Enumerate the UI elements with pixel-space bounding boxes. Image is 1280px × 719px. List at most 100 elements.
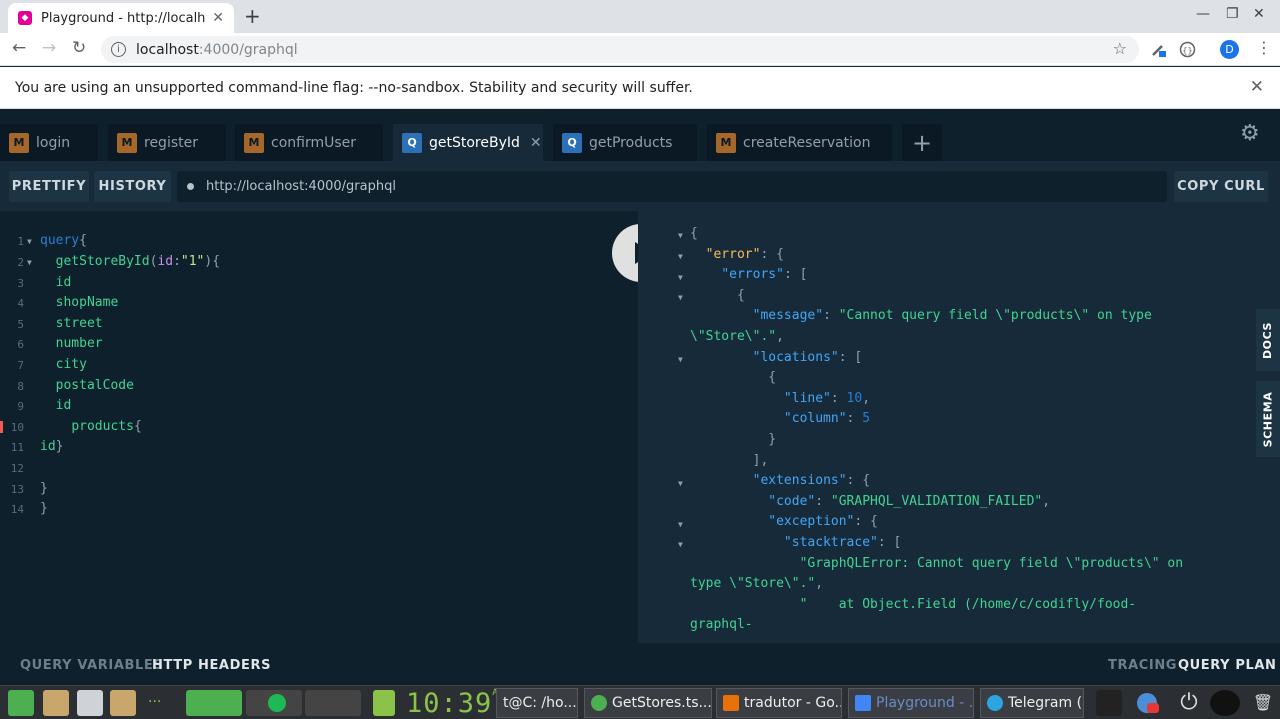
json-line: "locations": [ [752, 350, 863, 365]
reload-icon[interactable]: ↻ [72, 38, 86, 58]
network-signal-icon[interactable] [1096, 690, 1122, 716]
power-icon[interactable]: ⏻ [1176, 690, 1202, 716]
app-launcher-icon[interactable] [8, 690, 34, 716]
browser-menu-icon[interactable]: ⋮ [1256, 38, 1272, 57]
line-number: 10 [10, 421, 24, 434]
battery-icon [373, 690, 395, 716]
code-line: query{ [40, 233, 87, 248]
add-tab-button[interactable]: + [902, 124, 942, 161]
new-tab-button[interactable]: + [244, 4, 261, 28]
endpoint-url-input[interactable]: http://localhost:4000/graphql [177, 171, 1167, 202]
fold-arrow-icon[interactable]: ▼ [27, 258, 32, 267]
close-tab-icon[interactable]: ✕ [212, 10, 224, 26]
forward-icon[interactable]: → [42, 38, 56, 58]
address-bar[interactable]: i localhost :4000/graphql ☆ [101, 36, 1139, 63]
taskbar-window-telegram[interactable]: Telegram (8 [980, 688, 1084, 718]
extension-tools-icon[interactable] [1150, 41, 1167, 58]
fold-arrow-icon[interactable]: ▼ [678, 520, 683, 529]
close-tab-icon[interactable]: ✕ [530, 135, 542, 151]
file-manager-icon[interactable] [77, 690, 103, 716]
code-line: city [55, 357, 87, 372]
taskbar-window-tradutor[interactable]: tradutor - Go... [716, 688, 842, 718]
playground-tab-bar: M login M register M confirmUser Q getSt… [0, 109, 1280, 161]
line-number: 4 [17, 297, 24, 310]
json-line: ], [752, 453, 769, 468]
tab-confirmuser[interactable]: M confirmUser [235, 124, 383, 161]
package-icon[interactable] [110, 690, 136, 716]
line-number: 8 [17, 380, 24, 393]
json-line: "stacktrace": [ [783, 535, 902, 550]
tracing-tab[interactable]: TRACING [1108, 658, 1177, 673]
json-line: "error": { [705, 247, 784, 262]
back-icon[interactable]: ← [12, 38, 26, 58]
fold-arrow-icon[interactable]: ▼ [27, 237, 32, 246]
fold-arrow-icon[interactable]: ▼ [678, 293, 683, 302]
query-variables-tab[interactable]: QUERY VARIABLES [20, 658, 163, 673]
window-label: Telegram (8 [1008, 695, 1084, 711]
code-line: shopName [55, 295, 119, 310]
query-editor[interactable]: 1 2 3 4 5 6 7 8 9 10 11 12 13 14 ▼ ▼ query{ getStoreB… [0, 211, 638, 643]
line-number: 6 [17, 338, 24, 351]
endpoint-url-text: http://localhost:4000/graphql [206, 179, 396, 194]
app-icon [591, 695, 607, 711]
extension-circle-icon[interactable]: {} [1179, 41, 1196, 58]
line-number: 3 [17, 277, 24, 290]
fold-arrow-icon[interactable]: ▼ [678, 273, 683, 282]
bookmark-star-icon[interactable]: ☆ [1113, 39, 1127, 58]
workspace-2-icon[interactable] [246, 690, 302, 716]
browser-tab-title: Playground - http://localhost [41, 10, 206, 26]
taskbar-window-terminal[interactable]: t@C: /ho... [496, 688, 578, 718]
notification-icon[interactable] [1134, 690, 1160, 716]
copy-curl-button[interactable]: COPY CURL [1174, 171, 1268, 202]
tab-label: register [144, 134, 198, 151]
line-number: 1 [17, 235, 24, 248]
media-player-icon[interactable] [1210, 690, 1240, 716]
trash-icon[interactable]: 🗑 [1250, 690, 1276, 716]
os-taskbar: ··· 10:39AM t@C: /ho... GetStores.ts... … [0, 685, 1280, 719]
error-line-marker [0, 421, 3, 433]
tab-getstorebyid[interactable]: Q getStoreById ✕ [393, 124, 543, 161]
site-info-icon[interactable]: i [111, 42, 126, 57]
docs-side-tab[interactable]: DOCS [1256, 309, 1280, 371]
fold-arrow-icon[interactable]: ▼ [678, 355, 683, 364]
fold-arrow-icon[interactable]: ▼ [678, 231, 683, 240]
line-number: 9 [17, 400, 24, 413]
minimize-icon[interactable]: — [1196, 6, 1210, 22]
package-icon[interactable] [43, 690, 69, 716]
prettify-button[interactable]: PRETTIFY [9, 171, 89, 202]
editor-toolbar: PRETTIFY HISTORY http://localhost:4000/g… [0, 161, 1280, 211]
connection-status-dot [187, 183, 194, 190]
schema-label: SCHEMA [1261, 391, 1275, 447]
mutation-badge: M [244, 132, 264, 153]
more-apps-icon[interactable]: ··· [148, 694, 161, 710]
settings-gear-icon[interactable]: ⚙ [1240, 121, 1260, 146]
taskbar-window-playground[interactable]: Playground - ... [848, 688, 974, 718]
close-window-icon[interactable]: ✕ [1253, 6, 1265, 22]
browser-toolbar: ← → ↻ i localhost :4000/graphql ☆ {} [0, 33, 1280, 66]
json-line: "code": "GRAPHQL_VALIDATION_FAILED", [768, 494, 1051, 509]
workspace-1-icon[interactable] [186, 690, 242, 716]
json-line: { [736, 288, 745, 303]
schema-side-tab[interactable]: SCHEMA [1256, 381, 1280, 457]
query-badge: Q [562, 132, 582, 153]
code-line: street [55, 316, 103, 331]
restore-icon[interactable]: ❐ [1226, 6, 1239, 22]
profile-avatar[interactable]: D [1220, 40, 1239, 59]
history-button[interactable]: HISTORY [94, 171, 171, 202]
tab-createreservation[interactable]: M createReservation [707, 124, 892, 161]
json-line: type \"Store\".", [690, 576, 824, 591]
graphql-favicon-icon: ◆ [18, 11, 32, 25]
fold-arrow-icon[interactable]: ▼ [678, 540, 683, 549]
query-plan-tab[interactable]: QUERY PLAN [1178, 658, 1276, 673]
infobar-close-icon[interactable]: ✕ [1250, 77, 1264, 97]
tab-register[interactable]: M register [108, 124, 226, 161]
browser-tab[interactable]: ◆ Playground - http://localhost ✕ [8, 3, 234, 33]
tab-getproducts[interactable]: Q getProducts [553, 124, 697, 161]
tab-label: getProducts [589, 134, 673, 151]
tab-login[interactable]: M login [0, 124, 98, 161]
taskbar-window-editor[interactable]: GetStores.ts... [584, 688, 712, 718]
workspace-3-icon[interactable] [305, 690, 361, 716]
fold-arrow-icon[interactable]: ▼ [678, 479, 683, 488]
http-headers-tab[interactable]: HTTP HEADERS [152, 658, 271, 673]
fold-arrow-icon[interactable]: ▼ [678, 252, 683, 261]
